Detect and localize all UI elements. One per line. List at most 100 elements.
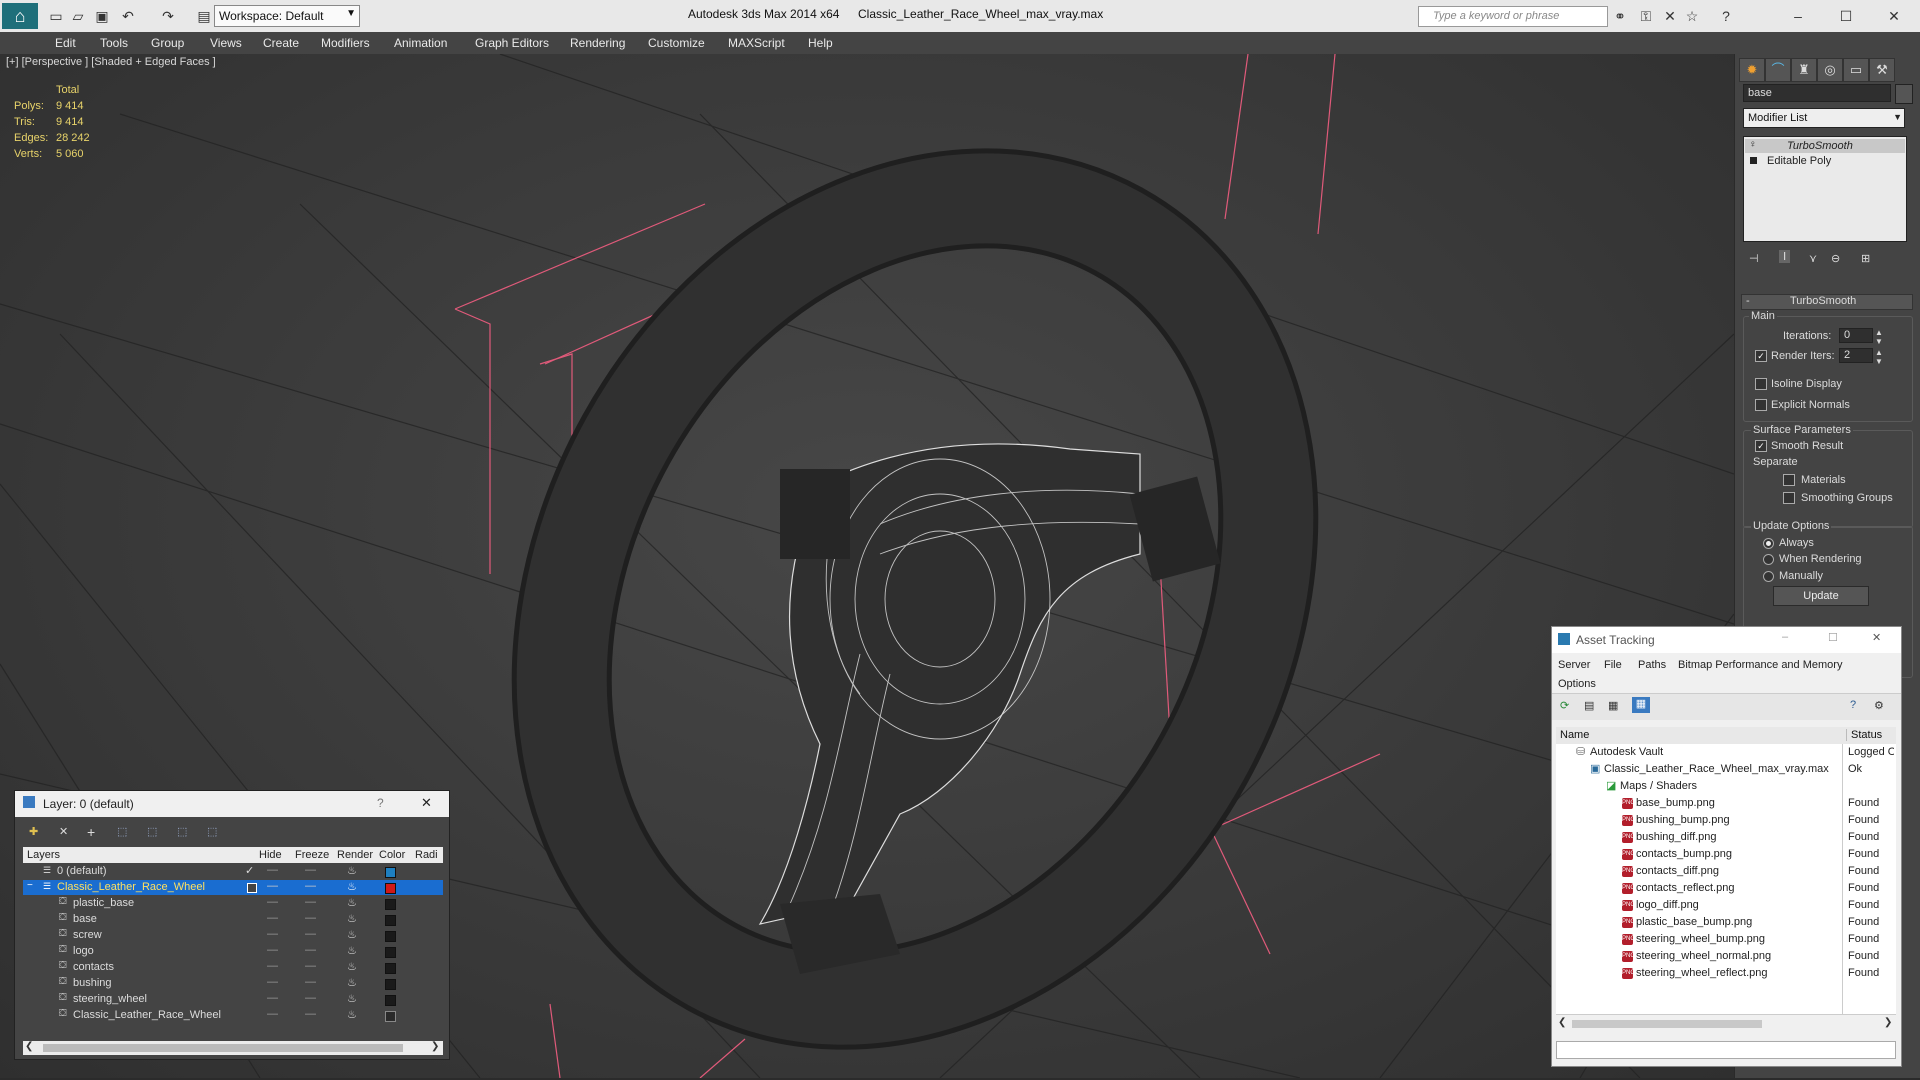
render-teapot-icon[interactable]: ♨	[347, 896, 357, 909]
asset-horizontal-scrollbar[interactable]: ❮ ❯	[1556, 1017, 1896, 1031]
asset-file-row[interactable]: PNG contacts_diff.png Found	[1556, 863, 1896, 880]
freeze-toggle[interactable]: —	[305, 880, 316, 892]
list-view-icon[interactable]: ▤	[1584, 699, 1594, 712]
menu-rendering[interactable]: Rendering	[570, 36, 625, 50]
modifier-list-dropdown[interactable]: Modifier List ▼	[1743, 108, 1905, 128]
menu-group[interactable]: Group	[151, 36, 184, 50]
hide-toggle[interactable]: —	[267, 864, 278, 876]
freeze-toggle[interactable]: —	[305, 928, 316, 940]
scroll-thumb[interactable]	[43, 1044, 403, 1052]
help-icon[interactable]: ?	[377, 796, 384, 810]
menu-views[interactable]: Views	[210, 36, 242, 50]
layer-row-selected[interactable]: − ☰ Classic_Leather_Race_Wheel — — ♨	[23, 880, 443, 895]
col-layers[interactable]: Layers	[27, 849, 60, 861]
when-rendering-radio[interactable]	[1763, 554, 1774, 565]
layer-object-row[interactable]: ⛋ base — — ♨	[23, 912, 443, 927]
scroll-left-icon[interactable]: ❮	[25, 1041, 33, 1052]
menu-options[interactable]: Options	[1558, 678, 1596, 690]
menu-modifiers[interactable]: Modifiers	[321, 36, 370, 50]
close-icon[interactable]: ✕	[1886, 8, 1902, 24]
asset-file-row[interactable]: PNG steering_wheel_bump.png Found	[1556, 931, 1896, 948]
color-swatch[interactable]	[385, 931, 396, 942]
add-to-layer-icon[interactable]: +	[87, 824, 95, 840]
hide-toggle[interactable]: —	[267, 1008, 278, 1020]
table-view-icon[interactable]: ▦	[1632, 697, 1650, 713]
freeze-toggle[interactable]: —	[305, 912, 316, 924]
asset-row-vault[interactable]: ⛁ Autodesk Vault Logged O	[1556, 744, 1896, 761]
asset-file-row[interactable]: PNG contacts_bump.png Found	[1556, 846, 1896, 863]
layer-object-row[interactable]: ⛋ logo — — ♨	[23, 944, 443, 959]
select-objects-icon[interactable]: ⬚	[117, 825, 127, 838]
scroll-right-icon[interactable]: ❯	[431, 1041, 439, 1052]
search-input[interactable]: Type a keyword or phrase	[1418, 6, 1608, 27]
freeze-toggle[interactable]: —	[305, 1008, 316, 1020]
stack-item-editable-poly[interactable]: Editable Poly	[1745, 154, 1905, 168]
new-file-icon[interactable]: ▭	[48, 8, 64, 24]
layer-object-row[interactable]: ⛋ steering_wheel — — ♨	[23, 992, 443, 1007]
asset-row-maps[interactable]: ◪ Maps / Shaders	[1556, 778, 1896, 795]
save-icon[interactable]: ▣	[94, 8, 110, 24]
materials-checkbox[interactable]	[1783, 474, 1795, 486]
layer-dialog-titlebar[interactable]: Layer: 0 (default) ? ✕	[15, 791, 449, 817]
create-tab-icon[interactable]: ✹	[1739, 58, 1765, 82]
render-teapot-icon[interactable]: ♨	[347, 992, 357, 1005]
color-swatch[interactable]	[385, 947, 396, 958]
render-teapot-icon[interactable]: ♨	[347, 944, 357, 957]
object-name-field[interactable]: base	[1743, 84, 1891, 102]
render-teapot-icon[interactable]: ♨	[347, 912, 357, 925]
scroll-thumb[interactable]	[1572, 1020, 1762, 1028]
color-swatch[interactable]	[385, 899, 396, 910]
menu-file[interactable]: File	[1604, 659, 1622, 671]
asset-file-row[interactable]: PNG bushing_bump.png Found	[1556, 812, 1896, 829]
maximize-icon[interactable]: ☐	[1828, 631, 1838, 644]
display-tab-icon[interactable]: ▭	[1843, 58, 1869, 82]
color-swatch[interactable]	[385, 883, 396, 894]
color-swatch[interactable]	[385, 1011, 396, 1022]
render-teapot-icon[interactable]: ♨	[347, 976, 357, 989]
app-logo-icon[interactable]: ⌂	[2, 3, 38, 29]
col-hide[interactable]: Hide	[259, 849, 282, 861]
hide-toggle[interactable]: —	[267, 976, 278, 988]
menu-graph-editors[interactable]: Graph Editors	[475, 36, 549, 50]
hide-toggle[interactable]: —	[267, 944, 278, 956]
workspace-dropdown[interactable]: Workspace: Default ▼	[214, 5, 360, 27]
color-swatch[interactable]	[385, 867, 396, 878]
minimize-icon[interactable]: –	[1782, 631, 1788, 643]
manually-radio[interactable]	[1763, 571, 1774, 582]
horizontal-scrollbar[interactable]: ❮ ❯	[23, 1041, 443, 1055]
always-radio[interactable]	[1763, 538, 1774, 549]
render-teapot-icon[interactable]: ♨	[347, 864, 357, 877]
open-file-icon[interactable]: ▱	[70, 8, 86, 24]
render-iters-checkbox[interactable]: ✓	[1755, 350, 1767, 362]
maximize-icon[interactable]: ☐	[1838, 8, 1854, 24]
communication-icon[interactable]: ✕	[1662, 8, 1678, 24]
menu-animation[interactable]: Animation	[394, 36, 447, 50]
menu-maxscript[interactable]: MAXScript	[728, 36, 785, 50]
thumbnail-view-icon[interactable]: ▦	[1608, 699, 1618, 712]
motion-tab-icon[interactable]: ◎	[1817, 58, 1843, 82]
modify-tab-icon[interactable]: ⌒	[1765, 58, 1791, 82]
layer-object-row[interactable]: ⛋ bushing — — ♨	[23, 976, 443, 991]
close-icon[interactable]: ✕	[421, 795, 432, 811]
active-box-icon[interactable]	[247, 883, 257, 893]
layer-object-row[interactable]: ⛋ plastic_base — — ♨	[23, 896, 443, 911]
steering-wheel-model[interactable]	[423, 72, 1407, 1078]
render-teapot-icon[interactable]: ♨	[347, 960, 357, 973]
menu-help[interactable]: Help	[808, 36, 833, 50]
menu-create[interactable]: Create	[263, 36, 299, 50]
menu-server[interactable]: Server	[1558, 659, 1590, 671]
smooth-result-checkbox[interactable]: ✓	[1755, 440, 1767, 452]
hide-toggle[interactable]: —	[267, 912, 278, 924]
col-freeze[interactable]: Freeze	[295, 849, 329, 861]
iterations-spinner[interactable]: 0	[1839, 328, 1873, 343]
close-icon[interactable]: ✕	[1872, 631, 1881, 644]
binoculars-icon[interactable]: ⚭	[1612, 8, 1628, 24]
col-radiosity[interactable]: Radi	[415, 849, 438, 861]
render-teapot-icon[interactable]: ♨	[347, 1008, 357, 1021]
settings-icon[interactable]: ⚙	[1874, 699, 1884, 712]
show-end-result-icon[interactable]: Ⅰ	[1779, 250, 1791, 263]
scroll-right-icon[interactable]: ❯	[1884, 1017, 1892, 1028]
asset-file-row[interactable]: PNG logo_diff.png Found	[1556, 897, 1896, 914]
menu-customize[interactable]: Customize	[648, 36, 705, 50]
col-color[interactable]: Color	[379, 849, 405, 861]
